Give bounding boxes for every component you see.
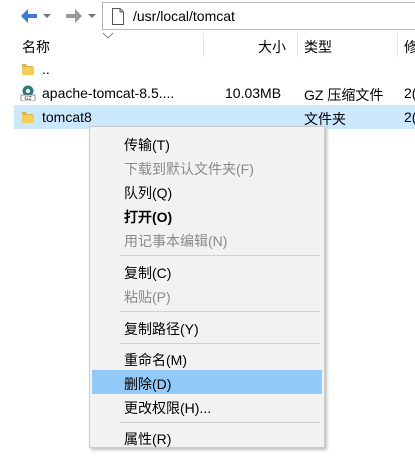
menu-item-delete[interactable]: 删除(D) [92,370,322,394]
menu-item-copy-path[interactable]: 复制路径(Y) [92,315,322,339]
back-history-dropdown[interactable] [41,7,53,25]
path-input[interactable]: /usr/local/tomcat [102,2,415,30]
folder-icon [22,112,34,123]
file-name: .. [42,61,50,77]
menu-item-edit-notepad: 用记事本编辑(N) [124,233,228,249]
menu-item-permissions[interactable]: 更改权限(H)... [92,394,322,418]
menu-item-download-default: 下载到默认文件夹(F) [124,161,254,177]
forward-button[interactable] [63,7,85,25]
column-header-name[interactable]: 名称 [22,37,50,57]
sort-indicator-icon [102,32,114,39]
list-header: 名称 大小 类型 修 [14,32,415,57]
menu-item-properties[interactable]: 属性(R) [92,425,322,449]
forward-history-dropdown[interactable] [86,7,98,25]
menu-separator [120,343,320,344]
file-type: GZ 压缩文件 [304,87,384,103]
list-item-parent-dir[interactable]: .. [14,57,415,81]
menu-separator [120,255,320,256]
document-icon [112,8,124,25]
left-gutter [0,33,14,464]
chevron-down-icon [43,14,51,18]
file-modified: 2( [404,85,415,101]
file-name: apache-tomcat-8.5.... [42,85,175,101]
chevron-down-icon [88,14,96,18]
list-item-archive[interactable]: GZ apache-tomcat-8.5.... 10.03MB GZ 压缩文件… [14,81,415,105]
menu-item-queue[interactable]: 队列(Q) [92,179,322,203]
file-size: 10.03MB [225,85,282,101]
forward-arrow-icon [66,9,82,23]
svg-text:GZ: GZ [24,96,32,101]
menu-item-open[interactable]: 打开(O) [92,203,322,227]
menu-item-rename[interactable]: 重命名(M) [92,346,322,370]
column-header-type[interactable]: 类型 [304,37,332,57]
file-modified: 2( [404,109,415,125]
context-menu: 传输(T) 下载到默认文件夹(F) 队列(Q) 打开(O) 用记事本编辑(N) … [89,126,325,448]
file-name: tomcat8 [42,109,92,125]
gz-archive-icon: GZ [20,85,36,101]
menu-separator [120,311,320,312]
column-header-size[interactable]: 大小 [258,37,286,57]
path-text: /usr/local/tomcat [133,8,235,24]
folder-icon [22,64,34,75]
back-button[interactable] [18,7,40,25]
column-header-modified[interactable]: 修 [404,37,415,57]
menu-item-copy[interactable]: 复制(C) [92,259,322,283]
column-divider[interactable] [203,33,204,57]
column-divider[interactable] [397,33,398,57]
navigation-toolbar: /usr/local/tomcat [0,0,415,33]
menu-item-paste: 粘贴(P) [124,289,171,305]
menu-separator [120,422,320,423]
column-divider[interactable] [297,33,298,57]
menu-item-transfer[interactable]: 传输(T) [92,131,322,155]
back-arrow-icon [21,9,37,23]
